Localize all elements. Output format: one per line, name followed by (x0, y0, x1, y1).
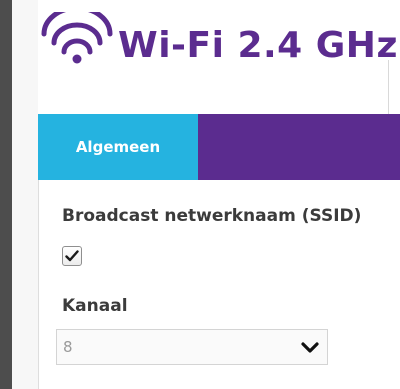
tab-algemeen[interactable]: Algemeen (38, 114, 198, 180)
page-left-gutter (12, 0, 38, 389)
ssid-broadcast-label: Broadcast netwerknaam (SSID) (62, 206, 362, 226)
wifi-icon (41, 12, 113, 64)
chevron-down-icon (301, 342, 319, 353)
ssid-broadcast-checkbox[interactable] (62, 246, 82, 266)
checkmark-icon (65, 250, 79, 262)
channel-select[interactable]: 8 (56, 329, 328, 365)
page-title: Wi-Fi 2.4 GHz (118, 25, 398, 66)
page-left-border (0, 0, 12, 389)
channel-label: Kanaal (62, 296, 128, 316)
channel-select-value: 8 (63, 338, 73, 356)
tab-bar: Algemeen (38, 114, 400, 194)
tab-algemeen-label: Algemeen (75, 138, 161, 156)
